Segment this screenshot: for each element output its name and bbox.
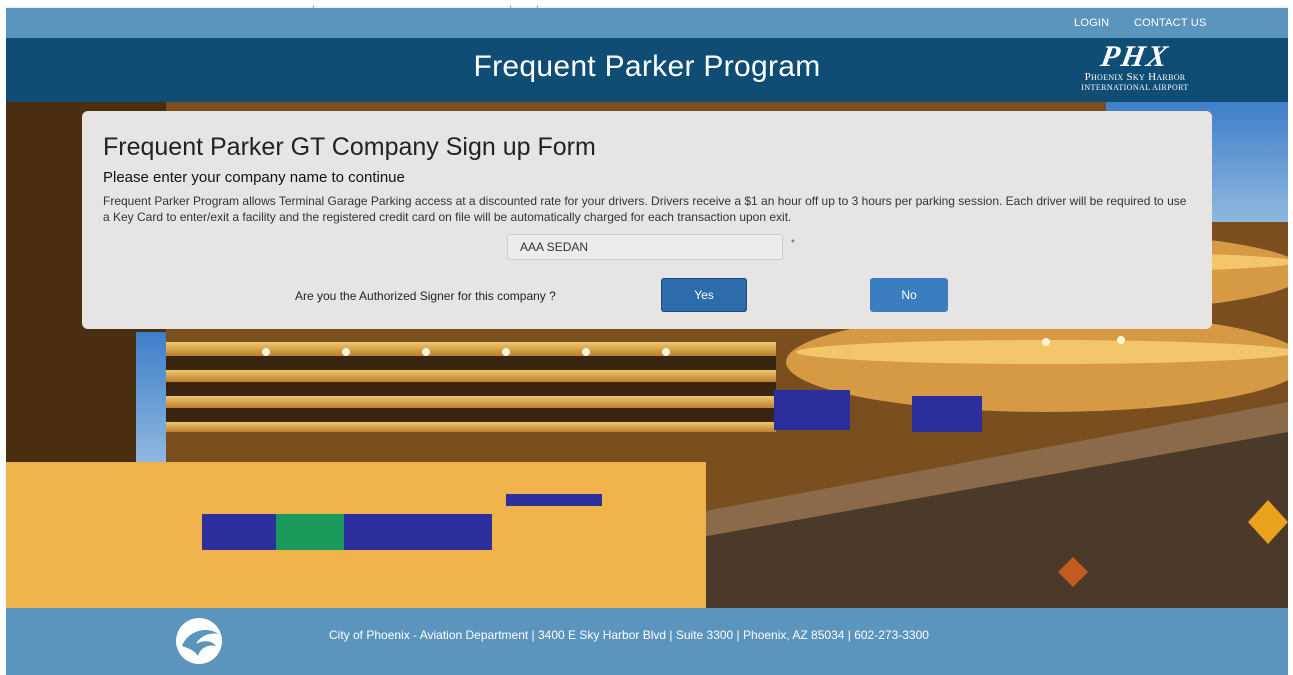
logo-line-1: Phoenix Sky Harbor bbox=[1084, 71, 1186, 83]
top-nav-bar: LOGIN CONTACT US bbox=[6, 8, 1288, 38]
logo-mark: PHX bbox=[1098, 40, 1172, 73]
form-heading: Frequent Parker GT Company Sign up Form bbox=[103, 133, 596, 161]
program-description: Frequent Parker Program allows Terminal … bbox=[103, 194, 1187, 224]
signup-form-card: Frequent Parker GT Company Sign up Form … bbox=[82, 111, 1212, 329]
required-asterisk: * bbox=[791, 238, 795, 249]
page-frame: LOGIN CONTACT US Frequent Parker Program… bbox=[6, 6, 1288, 675]
page-header: Frequent Parker Program PHX Phoenix Sky … bbox=[6, 38, 1288, 102]
contact-us-link[interactable]: CONTACT US bbox=[1134, 17, 1207, 29]
footer-address: City of Phoenix - Aviation Department | … bbox=[329, 628, 929, 642]
yes-button[interactable]: Yes bbox=[661, 278, 747, 312]
company-name-input[interactable] bbox=[507, 234, 783, 260]
logo-line-2: INTERNATIONAL AIRPORT bbox=[1081, 83, 1189, 92]
authorized-signer-question: Are you the Authorized Signer for this c… bbox=[295, 289, 556, 303]
city-of-phoenix-bird-icon bbox=[176, 618, 222, 664]
page-footer: City of Phoenix - Aviation Department | … bbox=[6, 608, 1288, 675]
no-button[interactable]: No bbox=[870, 278, 948, 312]
login-link[interactable]: LOGIN bbox=[1074, 17, 1109, 29]
phx-airport-logo[interactable]: PHX Phoenix Sky Harbor INTERNATIONAL AIR… bbox=[1064, 40, 1206, 98]
form-subheading: Please enter your company name to contin… bbox=[103, 169, 405, 186]
